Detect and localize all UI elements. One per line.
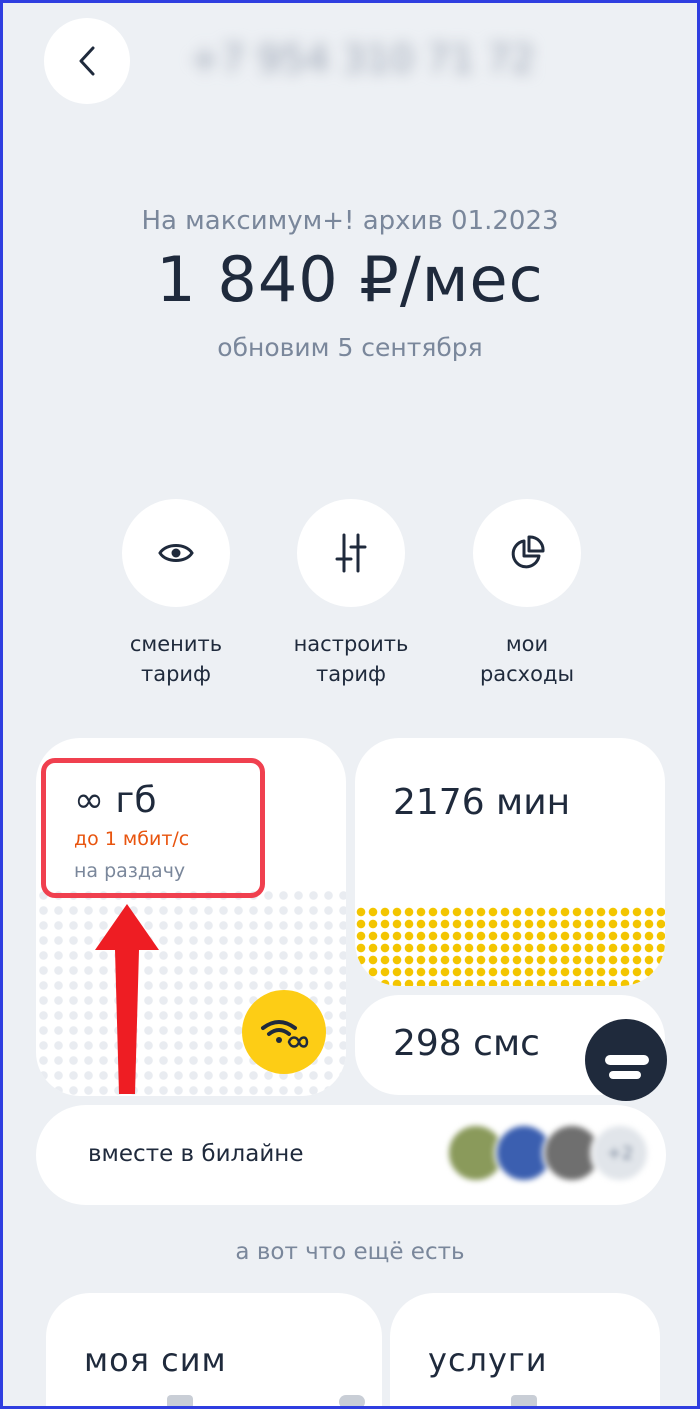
tariff-name: На максимум+! архив 01.2023 <box>141 206 559 236</box>
phone-number: +7 954 310 71 72 <box>189 37 536 81</box>
chat-button[interactable] <box>585 1019 667 1101</box>
avatars-group: +2 <box>446 1123 656 1187</box>
nav-home-hint <box>339 1395 365 1406</box>
nav-back-hint <box>511 1395 537 1406</box>
change-tariff-label-line2: тариф <box>140 662 212 686</box>
minutes-balance-card[interactable]: 2176 мин <box>355 738 665 986</box>
minutes-value: 2176 мин <box>393 782 571 823</box>
eye-icon <box>158 544 194 562</box>
my-expenses-button[interactable] <box>473 499 581 607</box>
more-section-title: а вот что ещё есть <box>235 1239 465 1265</box>
annotation-arrow-icon <box>95 904 159 1094</box>
configure-tariff-button[interactable] <box>297 499 405 607</box>
wifi-infinity-icon <box>261 1020 309 1048</box>
change-tariff-label: сменить тариф <box>101 629 251 689</box>
my-expenses-label-line2: расходы <box>479 662 575 686</box>
together-label: вместе в билайне <box>88 1141 304 1167</box>
avatar-more-count: +2 <box>590 1123 650 1183</box>
app-screen: +7 954 310 71 72 На максимум+! архив 01.… <box>3 3 697 1406</box>
my-sim-title: моя сим <box>84 1341 227 1379</box>
change-tariff-button[interactable] <box>122 499 230 607</box>
configure-tariff-label: настроить тариф <box>276 629 426 689</box>
change-tariff-action[interactable]: сменить тариф <box>101 499 251 689</box>
my-sim-card[interactable]: моя сим <box>46 1293 382 1406</box>
minutes-dots-pattern <box>355 906 665 986</box>
change-tariff-label-line1: сменить <box>129 632 223 656</box>
wifi-share-button[interactable] <box>242 990 326 1074</box>
chat-icon-line <box>609 1071 641 1079</box>
nav-recent-hint <box>167 1395 193 1406</box>
configure-tariff-action[interactable]: настроить тариф <box>276 499 426 689</box>
my-expenses-label-line1: мои <box>505 632 549 656</box>
chat-icon <box>605 1055 649 1065</box>
renew-date: обновим 5 сентября <box>217 333 483 362</box>
together-in-beeline-card[interactable]: вместе в билайне +2 <box>36 1105 666 1205</box>
configure-tariff-label-line2: тариф <box>315 662 387 686</box>
tariff-price: 1 840 ₽/мес <box>156 243 544 316</box>
back-button[interactable] <box>44 18 130 104</box>
configure-tariff-label-line1: настроить <box>293 632 409 656</box>
services-title: услуги <box>428 1341 548 1379</box>
my-expenses-action[interactable]: мои расходы <box>452 499 602 689</box>
services-card[interactable]: услуги <box>390 1293 660 1406</box>
my-expenses-label: мои расходы <box>452 629 602 689</box>
sms-value: 298 смс <box>393 1023 540 1064</box>
chevron-left-icon <box>79 46 95 76</box>
annotation-highlight-box <box>41 758 265 898</box>
sliders-icon <box>335 533 367 573</box>
pie-chart-icon <box>511 535 545 569</box>
